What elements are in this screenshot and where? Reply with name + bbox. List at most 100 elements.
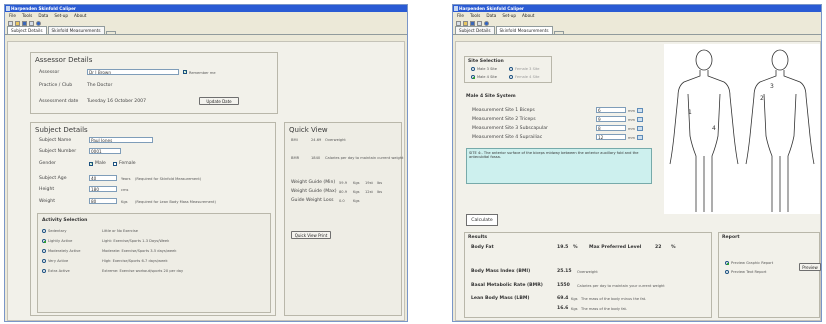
tab-subject-details[interactable]: Subject Details (7, 26, 47, 34)
remember-checkbox[interactable]: ✓ (183, 70, 187, 74)
radio-preview-text[interactable] (725, 270, 729, 274)
assessor-label: Assessor (39, 70, 60, 75)
date-label: Assessment date (39, 99, 79, 104)
quickview-print-button[interactable]: Quick View Print (291, 231, 331, 239)
results-box: Results Body Fat 19.5 % Max Preferred Le… (464, 232, 712, 318)
activity-heading: Activity Selection (42, 218, 88, 223)
update-date-button[interactable]: Update Date (199, 97, 239, 105)
age-unit: Years (121, 176, 131, 181)
weight-input[interactable]: 80 (89, 198, 117, 204)
site-3-input[interactable]: 8 (596, 125, 626, 131)
bodyfat-value: 19.5 (557, 245, 569, 250)
site-2-input[interactable]: 9 (596, 116, 626, 122)
menu-bar: File Tools Data Set-up About (5, 12, 407, 19)
menu-setup-right[interactable]: Set-up (502, 12, 516, 19)
new-file-icon[interactable] (456, 20, 461, 26)
tab-skinfold-measurements[interactable]: Skinfold Measurements (47, 26, 105, 34)
open-folder-icon[interactable] (15, 20, 20, 26)
menu-about[interactable]: About (74, 12, 86, 19)
height-input[interactable]: 180 (89, 186, 117, 192)
subject-box: Subject Details Subject Name Paul Jones … (30, 122, 276, 316)
radio-male-4-site[interactable] (471, 75, 475, 79)
qv-wg-max-lb: 12st (365, 190, 373, 194)
lbm-unit: Kgs (571, 296, 578, 301)
male-label: Male (95, 161, 106, 166)
menu-about-right[interactable]: About (522, 12, 534, 19)
new-file-icon[interactable] (8, 20, 13, 26)
bmi-value: 25.15 (557, 269, 572, 274)
site-2-label: Measurement Site 2 Triceps (472, 117, 536, 122)
assessor-heading: Assessor Details (35, 56, 93, 64)
gender-label: Gender (39, 161, 56, 166)
radio-preview-graphic[interactable] (725, 261, 729, 265)
menu-tools[interactable]: Tools (22, 12, 32, 19)
activity-radio-sedentary[interactable] (42, 229, 46, 233)
title-bar-right[interactable]: Harpenden Skinfold Caliper (453, 5, 821, 12)
female-checkbox[interactable] (113, 162, 117, 166)
height-unit: cms (121, 187, 129, 192)
subject-details-panel: Assessor Details Assessor Dr J Brown ✓ R… (7, 41, 405, 321)
tab-strip: Subject Details Skinfold Measurements (5, 26, 407, 35)
quickview-box: Quick View BMI 24.69 Overweight BMR 1840… (284, 122, 403, 316)
qv-bmi-value: 24.69 (311, 138, 322, 142)
activity-desc-sedentary: Little or No Exercise (102, 229, 138, 233)
weight-label: Weight (39, 199, 56, 204)
qv-wg-min-label: Weight Guide (Min) (291, 180, 336, 185)
site-4-input[interactable]: 12 (596, 134, 626, 140)
qv-wg-max-label: Weight Guide (Max) (291, 189, 337, 194)
qv-bmr-value: 1840 (311, 156, 321, 160)
site-marker-1: 1 (688, 109, 692, 116)
title-bar[interactable]: Harpenden Skinfold Caliper (5, 5, 407, 12)
calculate-button[interactable]: Calculate (466, 214, 498, 226)
help-icon[interactable] (484, 20, 489, 26)
assessor-input[interactable]: Dr J Brown (87, 69, 179, 75)
label-male-3-site: Male 3 Site (477, 67, 497, 71)
save-icon[interactable] (22, 20, 27, 26)
radio-female-4-site[interactable] (509, 75, 513, 79)
site-help-text: SITE 4:- The anterior surface of the bic… (466, 148, 652, 184)
menu-setup[interactable]: Set-up (54, 12, 68, 19)
print-icon[interactable] (29, 20, 34, 26)
site-1-input[interactable]: 6 (596, 107, 626, 113)
date-value: Tuesday 16 October 2007 (87, 99, 146, 104)
site-1-help-icon[interactable] (637, 107, 643, 113)
tab-subject-details[interactable]: Subject Details (455, 26, 495, 34)
window-title-right: Harpenden Skinfold Caliper (459, 6, 524, 11)
body-front-outline (669, 49, 739, 212)
menu-file-right[interactable]: File (457, 12, 464, 19)
menu-file[interactable]: File (9, 12, 16, 19)
age-input[interactable]: 40 (89, 175, 117, 181)
help-icon[interactable] (36, 20, 41, 26)
name-input[interactable]: Paul Jones (89, 137, 153, 143)
fat-mass-unit: Kgs (571, 306, 578, 311)
qv-wg-min-lb-unit: lbs (377, 181, 383, 185)
radio-male-3-site[interactable] (471, 67, 475, 71)
radio-female-3-site[interactable] (509, 67, 513, 71)
practice-value[interactable]: The Doctor (87, 83, 112, 88)
age-label: Subject Age (39, 176, 67, 181)
subject-heading: Subject Details (35, 126, 88, 134)
qv-bmr-label: BMR (291, 156, 300, 160)
site-3-help-icon[interactable] (637, 125, 643, 131)
max-level-unit: % (671, 245, 676, 250)
activity-radio-extra-active[interactable] (42, 269, 46, 273)
body-back-outline (745, 49, 815, 212)
menu-data-right[interactable]: Data (486, 12, 496, 19)
tab-skinfold-measurements[interactable]: Skinfold Measurements (495, 26, 553, 34)
site-4-unit: mm (628, 135, 636, 140)
preview-button[interactable]: Preview (799, 263, 821, 271)
number-input[interactable]: 0001 (89, 148, 121, 154)
site-4-help-icon[interactable] (637, 134, 643, 140)
print-icon[interactable] (477, 20, 482, 26)
site-2-help-icon[interactable] (637, 116, 643, 122)
activity-radio-moderately-active[interactable] (42, 249, 46, 253)
subject-details-window: Harpenden Skinfold Caliper File Tools Da… (4, 4, 408, 322)
open-folder-icon[interactable] (463, 20, 468, 26)
menu-tools-right[interactable]: Tools (470, 12, 480, 19)
activity-radio-very-active[interactable] (42, 259, 46, 263)
activity-radio-lightly-active[interactable] (42, 239, 46, 243)
menu-data[interactable]: Data (38, 12, 48, 19)
skinfold-window: Harpenden Skinfold Caliper File Tools Da… (452, 4, 822, 322)
save-icon[interactable] (470, 20, 475, 26)
male-checkbox[interactable]: ✓ (89, 162, 93, 166)
